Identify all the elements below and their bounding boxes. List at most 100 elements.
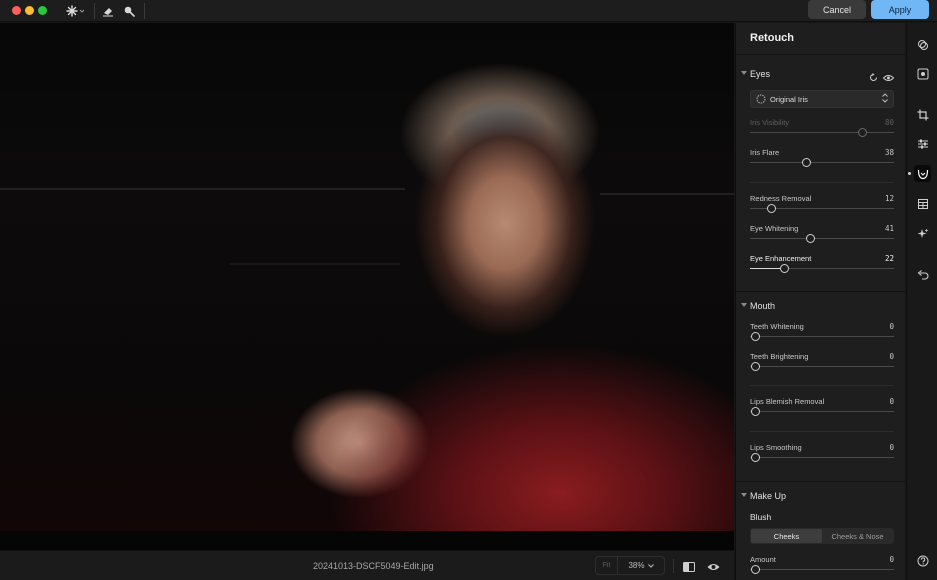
- eye-enhancement-slider[interactable]: Eye Enhancement 22: [750, 254, 894, 278]
- background-rail: [600, 193, 734, 195]
- slider-thumb[interactable]: [751, 453, 760, 462]
- sparkle-icon: [917, 228, 928, 238]
- status-bar: 20241013-DSCF5049-Edit.jpg Fit 38%: [0, 550, 734, 580]
- help-icon: [917, 555, 928, 566]
- slider-thumb[interactable]: [751, 332, 760, 341]
- slider-thumb[interactable]: [780, 264, 789, 273]
- eye-icon: [882, 75, 895, 81]
- zoom-level-dropdown[interactable]: 38%: [618, 561, 664, 570]
- zoom-window-button[interactable]: [38, 6, 47, 15]
- retouch-face-icon: [917, 169, 928, 179]
- active-indicator: [908, 172, 911, 175]
- reset-icon: [870, 73, 877, 81]
- slider-thumb[interactable]: [858, 128, 867, 137]
- zoom-fit-button[interactable]: Fit: [596, 557, 618, 574]
- slider-label: Amount: [750, 555, 776, 564]
- reset-eyes-button[interactable]: [869, 69, 878, 87]
- slider-label: Lips Smoothing: [750, 443, 802, 452]
- brush-icon: [124, 6, 135, 17]
- eye-whitening-slider[interactable]: Eye Whitening 41: [750, 224, 894, 248]
- slider-thumb[interactable]: [806, 234, 815, 243]
- eyes-section-header[interactable]: Eyes: [736, 66, 905, 84]
- slider-value: 0: [889, 397, 894, 406]
- magic-wand-tool-button[interactable]: [64, 2, 88, 20]
- zoom-control: Fit 38%: [595, 556, 665, 575]
- mouth-section-header[interactable]: Mouth: [736, 298, 905, 316]
- slider-label: Iris Visibility: [750, 118, 790, 127]
- slider-value: 12: [884, 194, 894, 203]
- panel-title: Retouch: [750, 32, 794, 44]
- focus-tool-button[interactable]: [914, 65, 931, 82]
- redness-removal-slider[interactable]: Redness Removal 12: [750, 194, 894, 218]
- cancel-button[interactable]: Cancel: [808, 0, 866, 19]
- retouch-tool-button[interactable]: [914, 165, 931, 182]
- toggle-eyes-visibility-button[interactable]: [882, 69, 895, 87]
- undo-icon: [917, 269, 928, 280]
- status-divider: [673, 559, 674, 573]
- slider-track: [750, 411, 894, 412]
- slider-thumb[interactable]: [751, 565, 760, 574]
- preview-toggle-button[interactable]: [707, 559, 720, 577]
- background-rail: [0, 188, 405, 190]
- history-button[interactable]: [914, 266, 931, 283]
- iris-icon: [756, 94, 766, 104]
- toolbar-divider: [94, 3, 95, 19]
- iris-style-select[interactable]: Original Iris: [750, 90, 894, 108]
- lips-smoothing-slider[interactable]: Lips Smoothing 0: [750, 443, 894, 467]
- slider-thumb[interactable]: [767, 204, 776, 213]
- makeup-section-header[interactable]: Make Up: [736, 488, 905, 506]
- layers-icon: [917, 39, 928, 50]
- retouch-panel: Retouch Eyes Original Iris Iris Visibili…: [735, 23, 905, 580]
- layers-tool-button[interactable]: [914, 36, 931, 53]
- zoom-level-value: 38%: [628, 561, 645, 570]
- blush-amount-slider[interactable]: Amount 0: [750, 555, 894, 579]
- creative-tool-button[interactable]: [914, 225, 931, 242]
- tool-sidebar: [906, 23, 937, 580]
- crop-icon: [917, 109, 928, 120]
- adjust-tool-button[interactable]: [914, 135, 931, 152]
- crop-tool-button[interactable]: [914, 106, 931, 123]
- slider-track: [750, 336, 894, 337]
- teeth-whitening-slider[interactable]: Teeth Whitening 0: [750, 322, 894, 346]
- teeth-brightening-slider[interactable]: Teeth Brightening 0: [750, 352, 894, 376]
- caret-down-icon: [741, 71, 747, 75]
- blush-area-segmented-control: Cheeks Cheeks & Nose: [750, 528, 894, 544]
- slider-label: Eye Enhancement: [750, 254, 812, 263]
- slider-value: 80: [884, 118, 894, 127]
- apply-button[interactable]: Apply: [871, 0, 929, 19]
- slider-fill: [750, 268, 784, 269]
- lips-blemish-removal-slider[interactable]: Lips Blemish Removal 0: [750, 397, 894, 421]
- slider-value: 0: [889, 443, 894, 452]
- help-button[interactable]: [914, 552, 931, 569]
- toolbar-divider: [144, 3, 145, 19]
- iris-visibility-slider[interactable]: Iris Visibility 80: [750, 118, 894, 142]
- slider-track: [750, 238, 894, 239]
- slider-value: 0: [889, 352, 894, 361]
- tab-cheeks[interactable]: Cheeks: [751, 529, 822, 543]
- title-bar: Cancel Apply: [0, 0, 937, 22]
- slider-value: 41: [884, 224, 894, 233]
- tab-cheeks-and-nose[interactable]: Cheeks & Nose: [822, 529, 893, 543]
- slider-value: 22: [884, 254, 894, 263]
- compare-split-button[interactable]: [683, 559, 695, 577]
- slider-thumb[interactable]: [802, 158, 811, 167]
- slider-thumb[interactable]: [751, 362, 760, 371]
- slider-value: 0: [889, 322, 894, 331]
- slider-thumb[interactable]: [751, 407, 760, 416]
- adjust-sliders-icon: [917, 139, 928, 148]
- divider: [736, 481, 905, 482]
- eraser-icon: [103, 8, 113, 17]
- slider-label: Teeth Brightening: [750, 352, 809, 361]
- iris-style-value: Original Iris: [770, 95, 808, 104]
- eraser-tool-button[interactable]: [100, 2, 116, 20]
- close-window-button[interactable]: [12, 6, 21, 15]
- photo-canvas[interactable]: [0, 23, 734, 550]
- slider-value: 0: [889, 555, 894, 564]
- slider-label: Eye Whitening: [750, 224, 799, 233]
- brush-tool-button[interactable]: [121, 2, 137, 20]
- eye-icon: [707, 564, 720, 570]
- iris-flare-slider[interactable]: Iris Flare 38: [750, 148, 894, 172]
- minimize-window-button[interactable]: [25, 6, 34, 15]
- grid-tool-button[interactable]: [914, 195, 931, 212]
- slider-label: Redness Removal: [750, 194, 812, 203]
